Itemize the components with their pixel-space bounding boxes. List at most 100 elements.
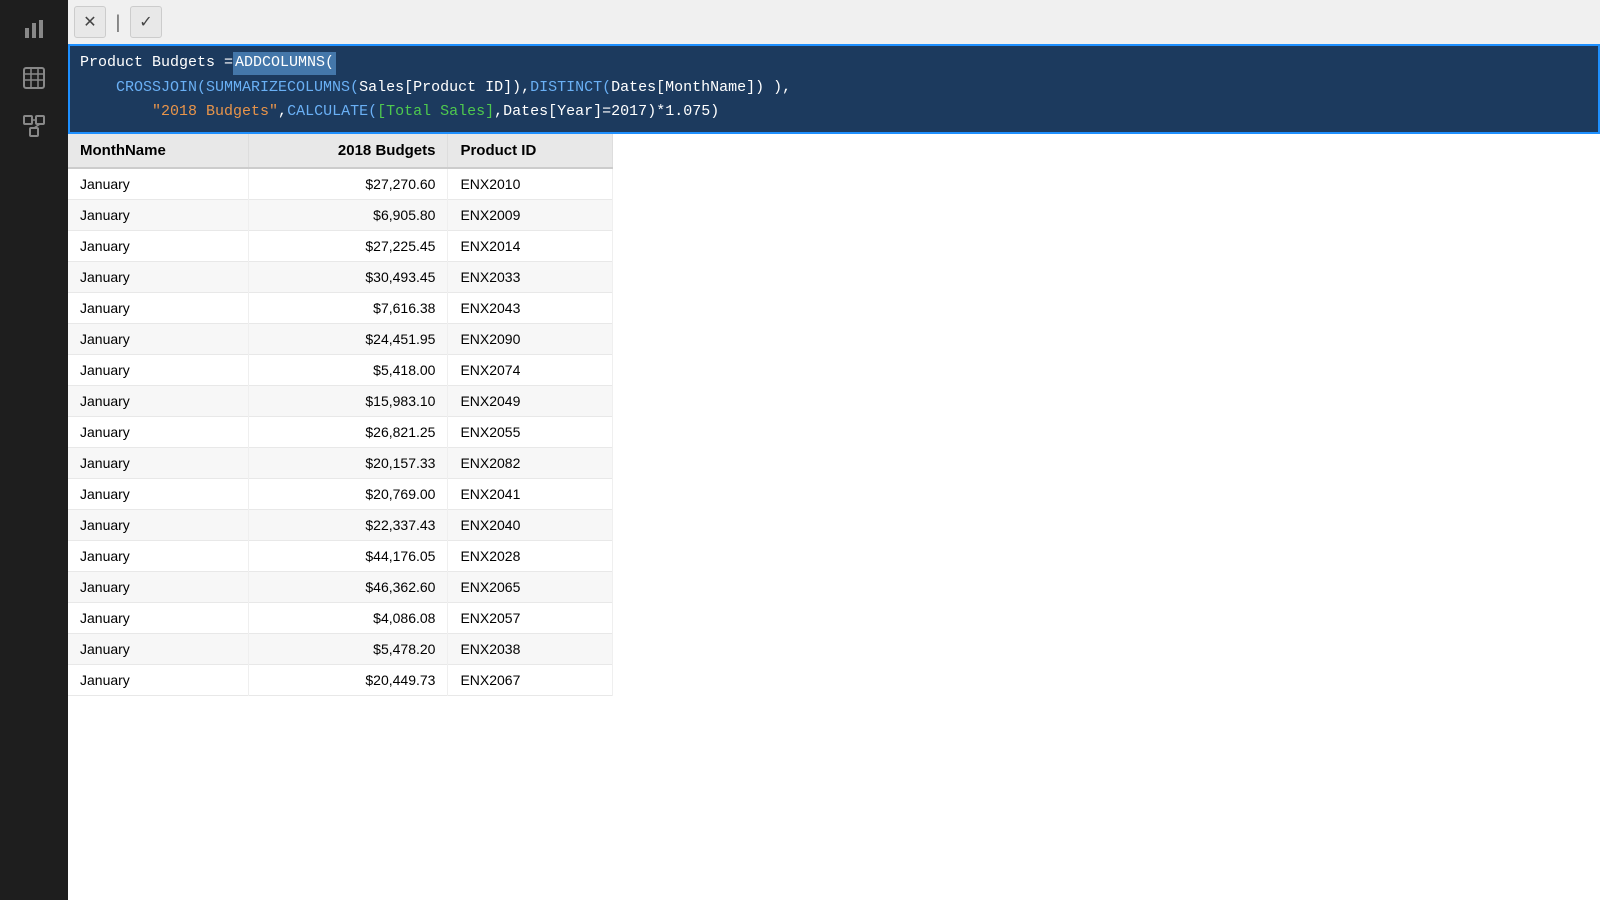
cell-month: January <box>68 231 248 262</box>
data-table: MonthName 2018 Budgets Product ID Januar… <box>68 134 613 696</box>
cell-budget: $5,478.20 <box>248 634 448 665</box>
cell-budget: $4,086.08 <box>248 603 448 634</box>
cell-month: January <box>68 634 248 665</box>
cell-budget: $30,493.45 <box>248 262 448 293</box>
table-row: January$4,086.08ENX2057 <box>68 603 613 634</box>
cell-budget: $20,157.33 <box>248 448 448 479</box>
cell-budget: $44,176.05 <box>248 541 448 572</box>
formula-token-close4: ) <box>710 101 719 124</box>
cell-month: January <box>68 603 248 634</box>
formula-token-calculate: CALCULATE( <box>287 101 377 124</box>
table-row: January$22,337.43ENX2040 <box>68 510 613 541</box>
formula-line-2: CROSSJOIN( SUMMARIZECOLUMNS( Sales[Produ… <box>80 77 1588 100</box>
table-row: January$30,493.45ENX2033 <box>68 262 613 293</box>
cell-product-id: ENX2074 <box>448 355 613 386</box>
formula-token-sep: , <box>278 101 287 124</box>
formula-token-crossjoin: CROSSJOIN( <box>116 77 206 100</box>
table-row: January$46,362.60ENX2065 <box>68 572 613 603</box>
cell-month: January <box>68 262 248 293</box>
cell-month: January <box>68 541 248 572</box>
cell-budget: $6,905.80 <box>248 200 448 231</box>
cell-budget: $24,451.95 <box>248 324 448 355</box>
bar-chart-icon[interactable] <box>12 8 56 52</box>
table-row: January$24,451.95ENX2090 <box>68 324 613 355</box>
formula-token-field1: Sales[Product ID] <box>359 77 512 100</box>
cursor-indicator: | <box>108 12 128 33</box>
formula-line-1: Product Budgets = ADDCOLUMNS( <box>80 52 1588 75</box>
formula-token-close1: ), <box>512 77 530 100</box>
cell-budget: $27,270.60 <box>248 168 448 200</box>
table-row: January$26,821.25ENX2055 <box>68 417 613 448</box>
cell-product-id: ENX2043 <box>448 293 613 324</box>
table-body: January$27,270.60ENX2010January$6,905.80… <box>68 168 613 696</box>
cell-month: January <box>68 200 248 231</box>
table-row: January$20,769.00ENX2041 <box>68 479 613 510</box>
cell-budget: $46,362.60 <box>248 572 448 603</box>
cell-product-id: ENX2057 <box>448 603 613 634</box>
formula-token-distinct: DISTINCT( <box>530 77 611 100</box>
formula-indent-2 <box>80 77 116 100</box>
cell-month: January <box>68 324 248 355</box>
formula-token-sep2: , <box>494 101 503 124</box>
cell-product-id: ENX2010 <box>448 168 613 200</box>
cell-budget: $20,449.73 <box>248 665 448 696</box>
table-row: January$27,225.45ENX2014 <box>68 231 613 262</box>
cell-month: January <box>68 386 248 417</box>
relationship-icon[interactable] <box>12 104 56 148</box>
cell-product-id: ENX2041 <box>448 479 613 510</box>
formula-token-mul: * <box>656 101 665 124</box>
formula-token-val: 2017 <box>611 101 647 124</box>
formula-token-field4: Dates[Year] <box>503 101 602 124</box>
formula-token-name: Product Budgets = <box>80 52 233 75</box>
cell-month: January <box>68 510 248 541</box>
table-row: January$5,418.00ENX2074 <box>68 355 613 386</box>
cell-budget: $27,225.45 <box>248 231 448 262</box>
cell-budget: $20,769.00 <box>248 479 448 510</box>
table-row: January$6,905.80ENX2009 <box>68 200 613 231</box>
cell-product-id: ENX2009 <box>448 200 613 231</box>
cell-product-id: ENX2065 <box>448 572 613 603</box>
formula-token-close3: ) <box>647 101 656 124</box>
table-container: MonthName 2018 Budgets Product ID Januar… <box>68 134 1600 900</box>
confirm-button[interactable]: ✓ <box>130 6 162 38</box>
cell-product-id: ENX2038 <box>448 634 613 665</box>
cell-month: January <box>68 417 248 448</box>
cell-product-id: ENX2049 <box>448 386 613 417</box>
cell-budget: $7,616.38 <box>248 293 448 324</box>
formula-line-3: "2018 Budgets" , CALCULATE( [Total Sales… <box>80 101 1588 124</box>
cell-month: January <box>68 572 248 603</box>
cell-product-id: ENX2014 <box>448 231 613 262</box>
table-row: January$7,616.38ENX2043 <box>68 293 613 324</box>
cell-product-id: ENX2067 <box>448 665 613 696</box>
formula-token-eq: = <box>602 101 611 124</box>
formula-token-close2: ) ), <box>755 77 791 100</box>
cell-month: January <box>68 293 248 324</box>
cell-month: January <box>68 355 248 386</box>
main-content: ✕ | ✓ Product Budgets = ADDCOLUMNS( CROS… <box>68 0 1600 900</box>
formula-token-addcolumns: ADDCOLUMNS( <box>233 52 336 75</box>
cell-budget: $22,337.43 <box>248 510 448 541</box>
formula-editor[interactable]: Product Budgets = ADDCOLUMNS( CROSSJOIN(… <box>68 44 1600 134</box>
formula-area: ✕ | ✓ Product Budgets = ADDCOLUMNS( CROS… <box>68 0 1600 134</box>
table-row: January$15,983.10ENX2049 <box>68 386 613 417</box>
table-row: January$5,478.20ENX2038 <box>68 634 613 665</box>
table-icon[interactable] <box>12 56 56 100</box>
cell-product-id: ENX2028 <box>448 541 613 572</box>
toolbar-row: ✕ | ✓ <box>68 0 1600 44</box>
table-row: January$20,449.73ENX2067 <box>68 665 613 696</box>
formula-token-summarize: SUMMARIZECOLUMNS( <box>206 77 359 100</box>
col-header-budgets[interactable]: 2018 Budgets <box>248 134 448 168</box>
cell-budget: $15,983.10 <box>248 386 448 417</box>
cell-product-id: ENX2033 <box>448 262 613 293</box>
formula-indent-3 <box>80 101 152 124</box>
cancel-button[interactable]: ✕ <box>74 6 106 38</box>
table-row: January$20,157.33ENX2082 <box>68 448 613 479</box>
cell-month: January <box>68 168 248 200</box>
sidebar <box>0 0 68 900</box>
table-row: January$44,176.05ENX2028 <box>68 541 613 572</box>
col-header-product-id[interactable]: Product ID <box>448 134 613 168</box>
col-header-monthname[interactable]: MonthName <box>68 134 248 168</box>
cell-product-id: ENX2040 <box>448 510 613 541</box>
cell-product-id: ENX2055 <box>448 417 613 448</box>
formula-token-field2: Dates[MonthName] <box>611 77 755 100</box>
